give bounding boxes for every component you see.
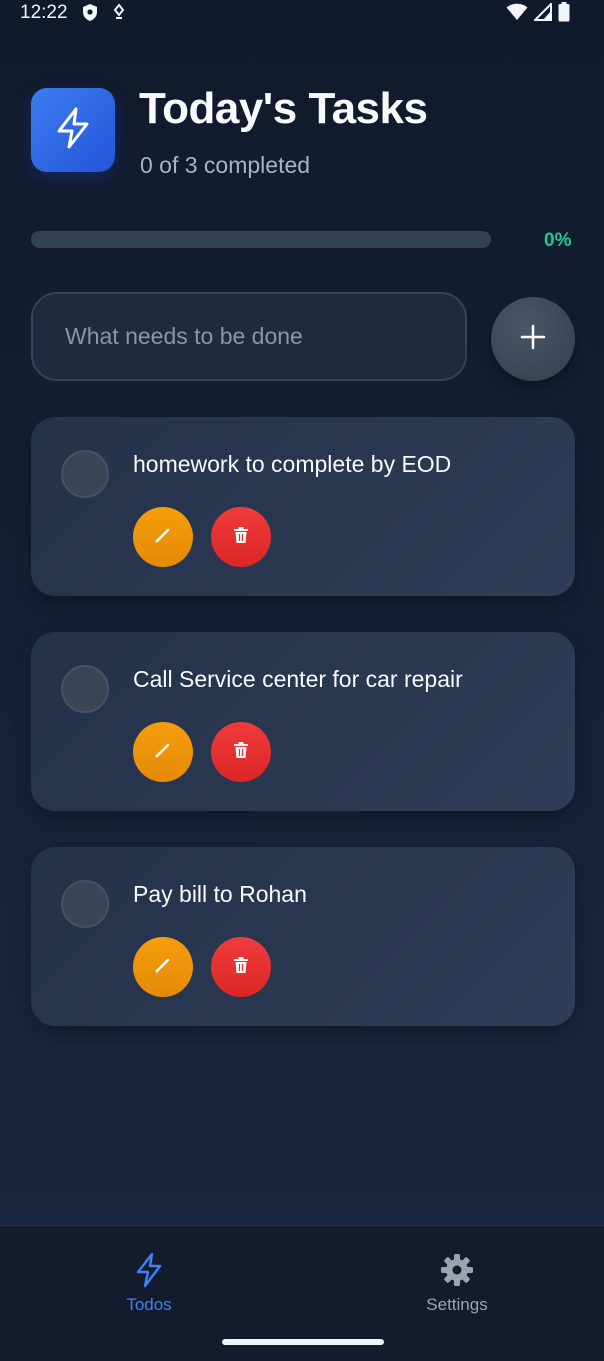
add-task-button[interactable] — [491, 297, 575, 381]
shield-icon — [82, 3, 98, 27]
edit-task-button[interactable] — [133, 937, 193, 997]
task-card: Call Service center for car repair — [31, 632, 575, 811]
task-text: Pay bill to Rohan — [133, 881, 307, 907]
lightning-bolt-icon — [134, 1252, 164, 1292]
nav-item-settings[interactable]: Settings — [397, 1252, 517, 1315]
trash-icon — [233, 956, 249, 979]
status-right-icons — [506, 1, 570, 27]
cellular-icon — [532, 1, 552, 26]
completed-count: 0 of 3 completed — [140, 152, 311, 178]
nav-label-settings: Settings — [426, 1295, 488, 1314]
trash-icon — [233, 526, 249, 549]
todo-app-screen: 12:22 Today's Tasks 0 of 3 completed 0% … — [0, 0, 604, 1361]
status-bar: 12:22 — [0, 0, 604, 26]
signal-alt-icon — [112, 3, 126, 27]
edit-task-button[interactable] — [133, 507, 193, 567]
page-title: Today's Tasks — [139, 84, 428, 133]
app-logo — [31, 88, 115, 172]
battery-icon — [558, 2, 570, 27]
lightning-bolt-icon — [55, 107, 91, 154]
task-checkbox[interactable] — [61, 450, 109, 498]
status-time: 12:22 — [20, 2, 68, 23]
delete-task-button[interactable] — [211, 722, 271, 782]
nav-label-todos: Todos — [126, 1295, 172, 1314]
pencil-icon — [154, 526, 172, 549]
home-indicator — [222, 1339, 384, 1345]
task-text: Call Service center for car repair — [133, 666, 463, 692]
wifi-icon — [506, 3, 528, 26]
plus-icon — [520, 324, 546, 355]
nav-item-todos[interactable]: Todos — [89, 1252, 209, 1315]
new-task-input[interactable] — [31, 292, 467, 381]
task-card: Pay bill to Rohan — [31, 847, 575, 1026]
delete-task-button[interactable] — [211, 937, 271, 997]
edit-task-button[interactable] — [133, 722, 193, 782]
task-checkbox[interactable] — [61, 880, 109, 928]
progress-bar — [31, 231, 491, 248]
trash-icon — [233, 741, 249, 764]
progress-percent: 0% — [544, 230, 572, 251]
task-card: homework to complete by EOD — [31, 417, 575, 596]
task-checkbox[interactable] — [61, 665, 109, 713]
task-text: homework to complete by EOD — [133, 451, 452, 477]
delete-task-button[interactable] — [211, 507, 271, 567]
pencil-icon — [154, 956, 172, 979]
status-left-icons — [82, 3, 126, 27]
pencil-icon — [154, 741, 172, 764]
gear-icon — [439, 1254, 475, 1292]
